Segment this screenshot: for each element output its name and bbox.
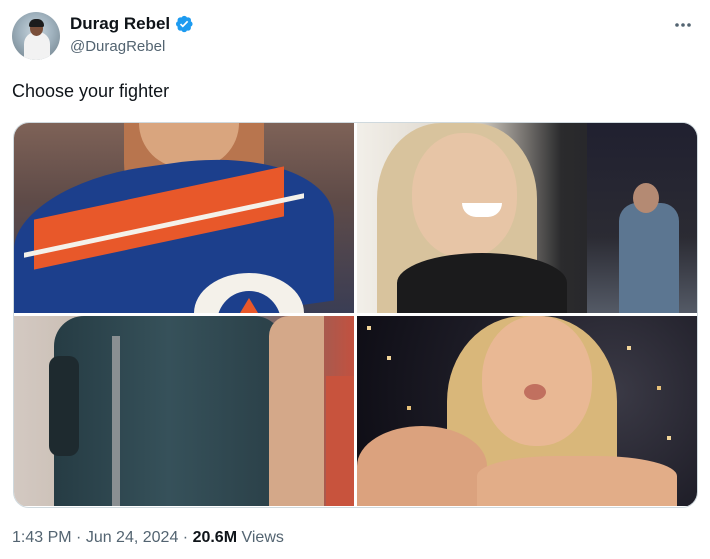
avatar[interactable]: [12, 12, 60, 60]
media-photo-2[interactable]: [357, 123, 697, 313]
views-label: Views: [237, 529, 284, 546]
display-name[interactable]: Durag Rebel: [70, 14, 170, 34]
media-photo-3[interactable]: [14, 316, 354, 506]
meta-separator: ·: [71, 529, 86, 546]
author-names: Durag Rebel @DuragRebel: [70, 13, 194, 55]
media-photo-1[interactable]: [14, 123, 354, 313]
verified-badge-icon[interactable]: [174, 14, 194, 34]
more-options-icon[interactable]: [672, 14, 694, 36]
tweet-text: Choose your fighter: [12, 81, 170, 101]
views-count[interactable]: 20.6M: [193, 529, 237, 547]
media-photo-4[interactable]: [357, 316, 697, 506]
tweet-meta: 1:43 PM · Jun 24, 2024 · 20.6M Views: [12, 529, 284, 547]
name-row: Durag Rebel: [70, 13, 194, 35]
date[interactable]: Jun 24, 2024: [86, 529, 179, 547]
meta-separator: ·: [178, 529, 193, 546]
timestamp[interactable]: 1:43 PM: [12, 529, 72, 547]
author-handle[interactable]: @DuragRebel: [70, 38, 194, 55]
media-grid: [13, 122, 698, 508]
tweet-header: Durag Rebel @DuragRebel: [12, 12, 194, 62]
